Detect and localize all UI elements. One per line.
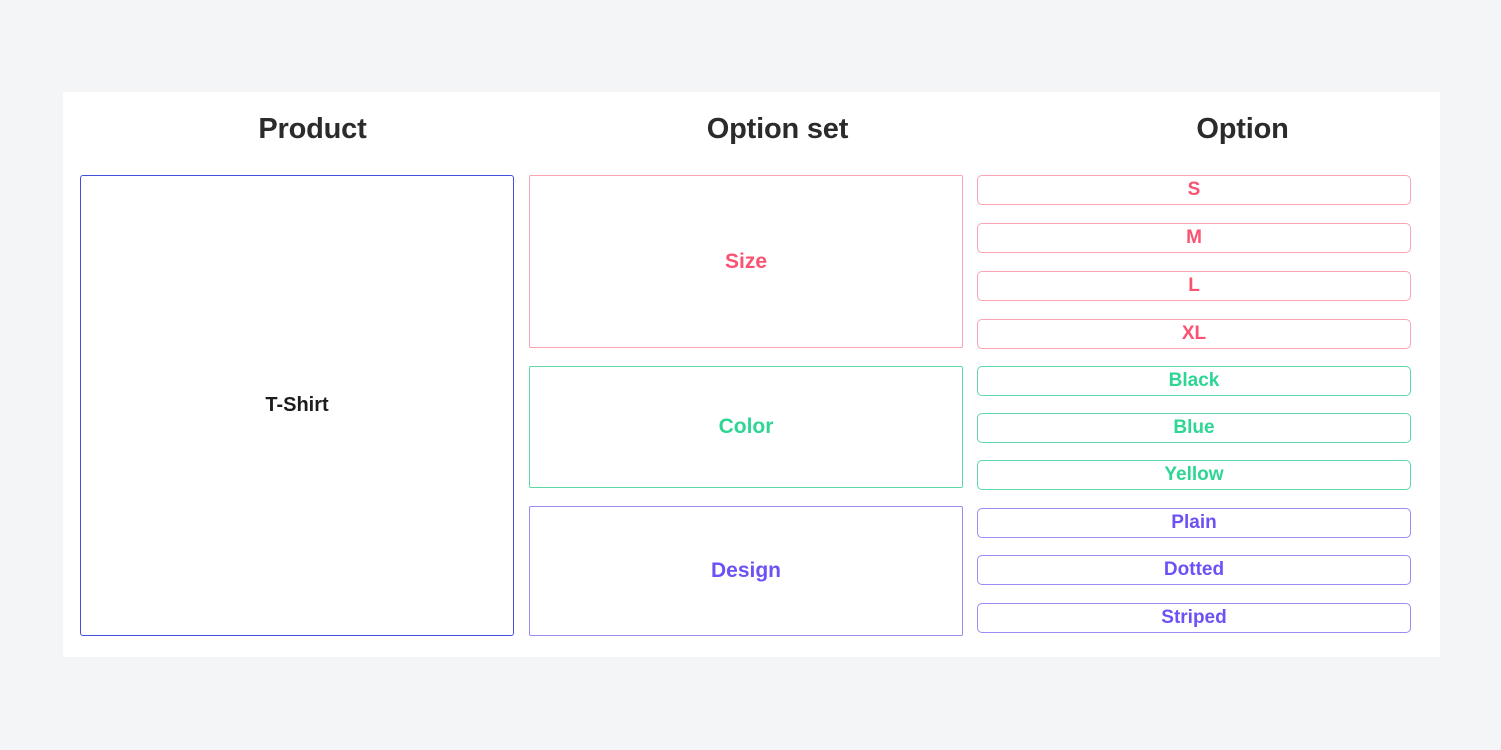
product-box-t-shirt[interactable]: T-Shirt (80, 175, 514, 636)
option-pill-xl[interactable]: XL (977, 319, 1411, 349)
option-pill-striped[interactable]: Striped (977, 603, 1411, 633)
column-header-option-set: Option set (706, 113, 849, 145)
option-pill-blue[interactable]: Blue (977, 413, 1411, 443)
product-label: T-Shirt (265, 394, 329, 416)
option-set-box-size[interactable]: Size (529, 175, 963, 348)
option-set-label: Design (710, 559, 781, 582)
option-pill-plain[interactable]: Plain (977, 508, 1411, 538)
option-label: Black (1168, 370, 1220, 391)
option-label: XL (1181, 323, 1207, 344)
column-header-option: Option (1196, 113, 1289, 145)
option-pill-black[interactable]: Black (977, 366, 1411, 396)
option-label: Blue (1173, 417, 1215, 438)
option-label: Plain (1171, 512, 1217, 533)
option-set-box-design[interactable]: Design (529, 506, 963, 636)
option-label: Striped (1161, 607, 1227, 628)
page-root: Product Option set Option T-Shirt Size Co… (0, 0, 1501, 750)
option-label: Yellow (1164, 464, 1224, 485)
option-pill-m[interactable]: M (977, 223, 1411, 253)
option-set-label: Color (718, 415, 774, 438)
option-label: S (1187, 179, 1201, 200)
option-pill-l[interactable]: L (977, 271, 1411, 301)
option-pill-yellow[interactable]: Yellow (977, 460, 1411, 490)
option-label: L (1188, 275, 1200, 296)
option-set-box-color[interactable]: Color (529, 366, 963, 488)
diagram-card: Product Option set Option T-Shirt Size Co… (63, 92, 1440, 657)
option-label: M (1186, 227, 1202, 248)
option-pill-dotted[interactable]: Dotted (977, 555, 1411, 585)
column-header-product: Product (258, 113, 367, 145)
option-label: Dotted (1163, 559, 1225, 580)
option-set-label: Size (724, 249, 768, 273)
option-pill-s[interactable]: S (977, 175, 1411, 205)
